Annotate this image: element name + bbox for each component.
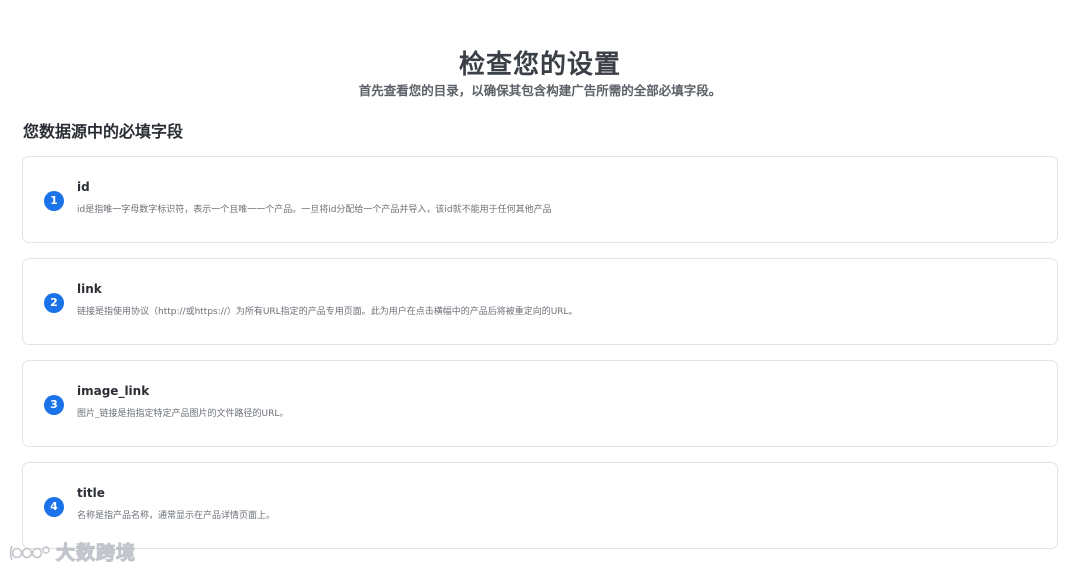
section-title: 您数据源中的必填字段 xyxy=(23,122,184,141)
field-description: 图片_链接是指指定特定产品图片的文件路径的URL。 xyxy=(77,409,289,419)
watermark-logo-icon xyxy=(9,545,50,561)
field-description: id是指唯一字母数字标识符，表示一个且唯一一个产品。一旦将id分配给一个产品并导… xyxy=(77,205,552,215)
field-card-image-link: 3 image_link 图片_链接是指指定特定产品图片的文件路径的URL。 xyxy=(22,360,1058,447)
step-number-badge: 2 xyxy=(44,293,64,313)
field-name: image_link xyxy=(77,384,150,398)
watermark-text: 大数跨境 xyxy=(55,542,137,565)
page-subtitle: 首先查看您的目录，以确保其包含构建广告所需的全部必填字段。 xyxy=(358,83,722,98)
field-name: title xyxy=(77,486,105,500)
step-number-badge: 3 xyxy=(44,395,64,415)
page-header: 检查您的设置 首先查看您的目录，以确保其包含构建广告所需的全部必填字段。 xyxy=(0,48,1080,100)
field-description: 名称是指产品名称，通常显示在产品详情页面上。 xyxy=(77,511,276,521)
field-card-link: 2 link 链接是指使用协议（http://或https://）为所有URL指… xyxy=(22,258,1058,345)
page-title: 检查您的设置 xyxy=(458,50,621,80)
field-description: 链接是指使用协议（http://或https://）为所有URL指定的产品专用页… xyxy=(77,307,578,317)
page: 检查您的设置 首先查看您的目录，以确保其包含构建广告所需的全部必填字段。 您数据… xyxy=(0,0,1080,573)
step-number-badge: 4 xyxy=(44,497,64,517)
field-name: id xyxy=(77,180,90,194)
step-number-badge: 1 xyxy=(44,191,64,211)
field-card-title: 4 title 名称是指产品名称，通常显示在产品详情页面上。 xyxy=(22,462,1058,549)
field-name: link xyxy=(77,282,102,296)
watermark: 大数跨境 xyxy=(8,540,136,566)
field-card-id: 1 id id是指唯一字母数字标识符，表示一个且唯一一个产品。一旦将id分配给一… xyxy=(22,156,1058,243)
